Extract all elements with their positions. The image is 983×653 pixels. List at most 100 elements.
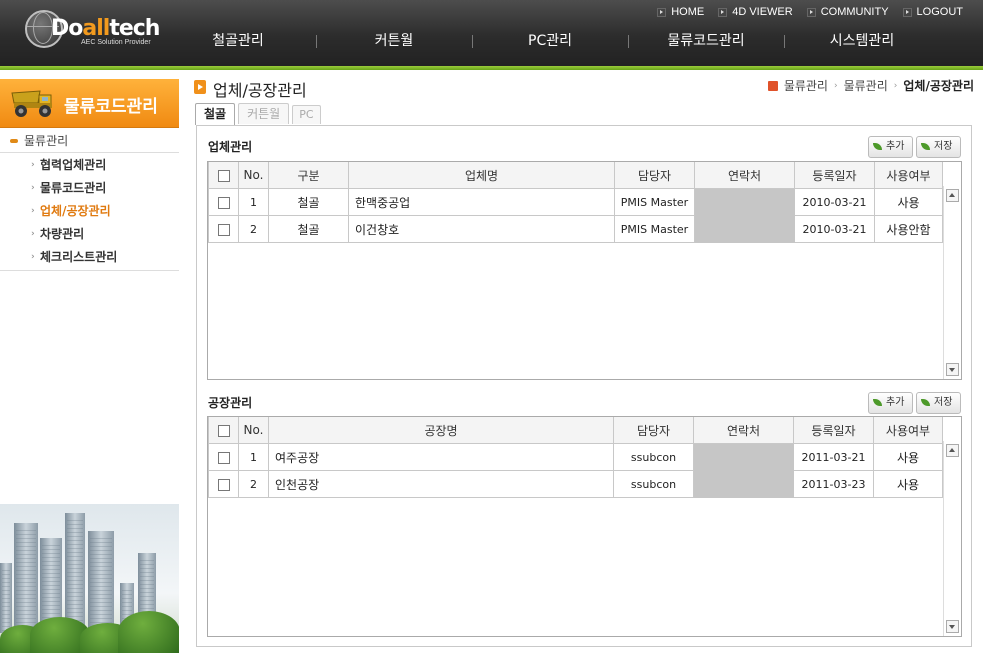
column-header[interactable]: 업체명 (348, 162, 615, 189)
cell-use: 사용안함 (874, 215, 943, 243)
factory-grid: No. 공장명 담당자 연락처 등록일자 사용여부 1 여주공장 ssubcon… (207, 416, 962, 637)
table-header-row: No. 구분 업체명 담당자 연락처 등록일자 사용여부 (208, 162, 943, 189)
column-header[interactable]: 사용여부 (873, 417, 943, 444)
scroll-down-icon[interactable] (946, 363, 959, 376)
select-all-cell (208, 162, 239, 189)
home-icon[interactable] (767, 80, 778, 91)
sidebar-item-vehicle[interactable]: 차량관리 (0, 223, 179, 246)
table-row[interactable]: 2 철골 이건창호 PMIS Master 2010-03-21 사용안함 (208, 215, 943, 243)
row-checkbox[interactable] (217, 451, 230, 464)
tab-curtainwall[interactable]: 커튼월 (238, 103, 290, 124)
leaf-icon (873, 143, 882, 150)
scroll-down-icon[interactable] (946, 620, 959, 633)
cell-manager: ssubcon (613, 470, 694, 498)
cell-type: 철골 (268, 215, 349, 243)
factory-table: No. 공장명 담당자 연락처 등록일자 사용여부 1 여주공장 ssubcon… (208, 417, 943, 498)
vertical-scrollbar[interactable] (943, 441, 961, 636)
select-all-checkbox[interactable] (217, 424, 230, 437)
tab-pc[interactable]: PC (292, 105, 321, 124)
sidebar-menu: 협력업체관리 물류코드관리 업체/공장관리 차량관리 체크리스트관리 (0, 154, 179, 271)
column-header[interactable]: 등록일자 (794, 162, 875, 189)
sidebar-group-header[interactable]: 물류관리 (0, 131, 179, 153)
nav-curtainwall[interactable]: 커튼월 (316, 30, 472, 52)
company-table: No. 구분 업체명 담당자 연락처 등록일자 사용여부 1 철골 한맥중공업 … (208, 162, 943, 243)
cell-type: 철골 (268, 188, 349, 216)
table-row[interactable]: 1 철골 한맥중공업 PMIS Master 2010-03-21 사용 (208, 188, 943, 216)
cell-use: 사용 (874, 188, 943, 216)
cell-date: 2010-03-21 (794, 188, 875, 216)
breadcrumb-item[interactable]: 물류관리 (784, 77, 828, 94)
logo-subtitle: AEC Solution Provider (81, 39, 151, 46)
cell-company-name: 이건창호 (348, 215, 615, 243)
column-header[interactable]: 공장명 (268, 417, 614, 444)
dump-truck-icon (11, 90, 52, 117)
select-all-checkbox[interactable] (217, 169, 230, 182)
cell-manager: PMIS Master (614, 215, 695, 243)
factory-save-button[interactable]: 저장 (916, 392, 962, 414)
column-header[interactable]: 구분 (268, 162, 349, 189)
sidebar-item-partner[interactable]: 협력업체관리 (0, 154, 179, 177)
column-header[interactable]: 연락처 (694, 162, 795, 189)
nav-steel[interactable]: 철골관리 (160, 30, 316, 52)
cell-contact (693, 443, 794, 471)
cell-no: 1 (238, 443, 269, 471)
column-header[interactable]: No. (238, 162, 269, 189)
factory-add-button[interactable]: 추가 (868, 392, 914, 414)
cell-contact (694, 215, 795, 243)
cell-no: 2 (238, 215, 269, 243)
sidebar-title: 물류코드관리 (0, 79, 179, 128)
cell-contact (694, 188, 795, 216)
logout-link[interactable]: LOGOUT (902, 6, 963, 18)
sidebar-item-logistics-code[interactable]: 물류코드관리 (0, 177, 179, 200)
cell-factory-name: 여주공장 (268, 443, 614, 471)
row-checkbox[interactable] (217, 478, 230, 491)
arrow-bullet-icon (657, 7, 667, 17)
company-section-title: 업체관리 (208, 140, 253, 154)
company-save-button[interactable]: 저장 (916, 136, 962, 158)
page-title: 업체/공장관리 (213, 81, 307, 100)
row-checkbox[interactable] (217, 196, 230, 209)
column-header[interactable]: 담당자 (614, 162, 695, 189)
company-add-button[interactable]: 추가 (868, 136, 914, 158)
breadcrumb-separator-icon: › (893, 80, 898, 91)
header-accent-line (0, 66, 983, 70)
sidebar-title-text: 물류코드관리 (64, 97, 158, 117)
nav-system[interactable]: 시스템관리 (784, 30, 940, 52)
select-all-cell (208, 417, 239, 444)
arrow-bullet-icon (718, 7, 728, 17)
tab-steel[interactable]: 철골 (195, 103, 236, 125)
top-header: Doalltech AEC Solution Provider HOME 4D … (0, 0, 983, 66)
row-checkbox[interactable] (217, 223, 230, 236)
cell-contact (693, 470, 794, 498)
scroll-up-icon[interactable] (946, 189, 959, 202)
cell-date: 2010-03-21 (794, 215, 875, 243)
leaf-icon (921, 399, 930, 406)
nav-pc[interactable]: PC관리 (472, 30, 628, 52)
community-link[interactable]: COMMUNITY (806, 6, 889, 18)
table-row[interactable]: 1 여주공장 ssubcon 2011-03-21 사용 (208, 443, 943, 471)
breadcrumb-item[interactable]: 물류관리 (844, 77, 888, 94)
vertical-scrollbar[interactable] (943, 186, 961, 379)
cell-company-name: 한맥중공업 (348, 188, 615, 216)
column-header[interactable]: 담당자 (613, 417, 694, 444)
cell-date: 2011-03-23 (793, 470, 874, 498)
city-illustration (0, 504, 179, 653)
column-header[interactable]: No. (238, 417, 269, 444)
cell-no: 2 (238, 470, 269, 498)
cell-manager: PMIS Master (614, 188, 695, 216)
sidebar-item-company-factory[interactable]: 업체/공장관리 (0, 200, 179, 223)
home-link[interactable]: HOME (657, 6, 704, 18)
content-panel: 업체관리 추가 저장 No. 구분 업체명 담당자 연락처 등록일자 사용여부 … (196, 125, 972, 647)
leaf-icon (921, 143, 930, 150)
sidebar-item-checklist[interactable]: 체크리스트관리 (0, 246, 179, 269)
column-header[interactable]: 등록일자 (793, 417, 874, 444)
scroll-up-icon[interactable] (946, 444, 959, 457)
nav-logistics-code[interactable]: 물류코드관리 (628, 30, 784, 52)
row-select-cell (208, 188, 239, 216)
column-header[interactable]: 사용여부 (874, 162, 943, 189)
column-header[interactable]: 연락처 (693, 417, 794, 444)
row-select-cell (208, 215, 239, 243)
table-row[interactable]: 2 인천공장 ssubcon 2011-03-23 사용 (208, 470, 943, 498)
table-header-row: No. 공장명 담당자 연락처 등록일자 사용여부 (208, 417, 943, 444)
4d-viewer-link[interactable]: 4D VIEWER (718, 6, 793, 18)
